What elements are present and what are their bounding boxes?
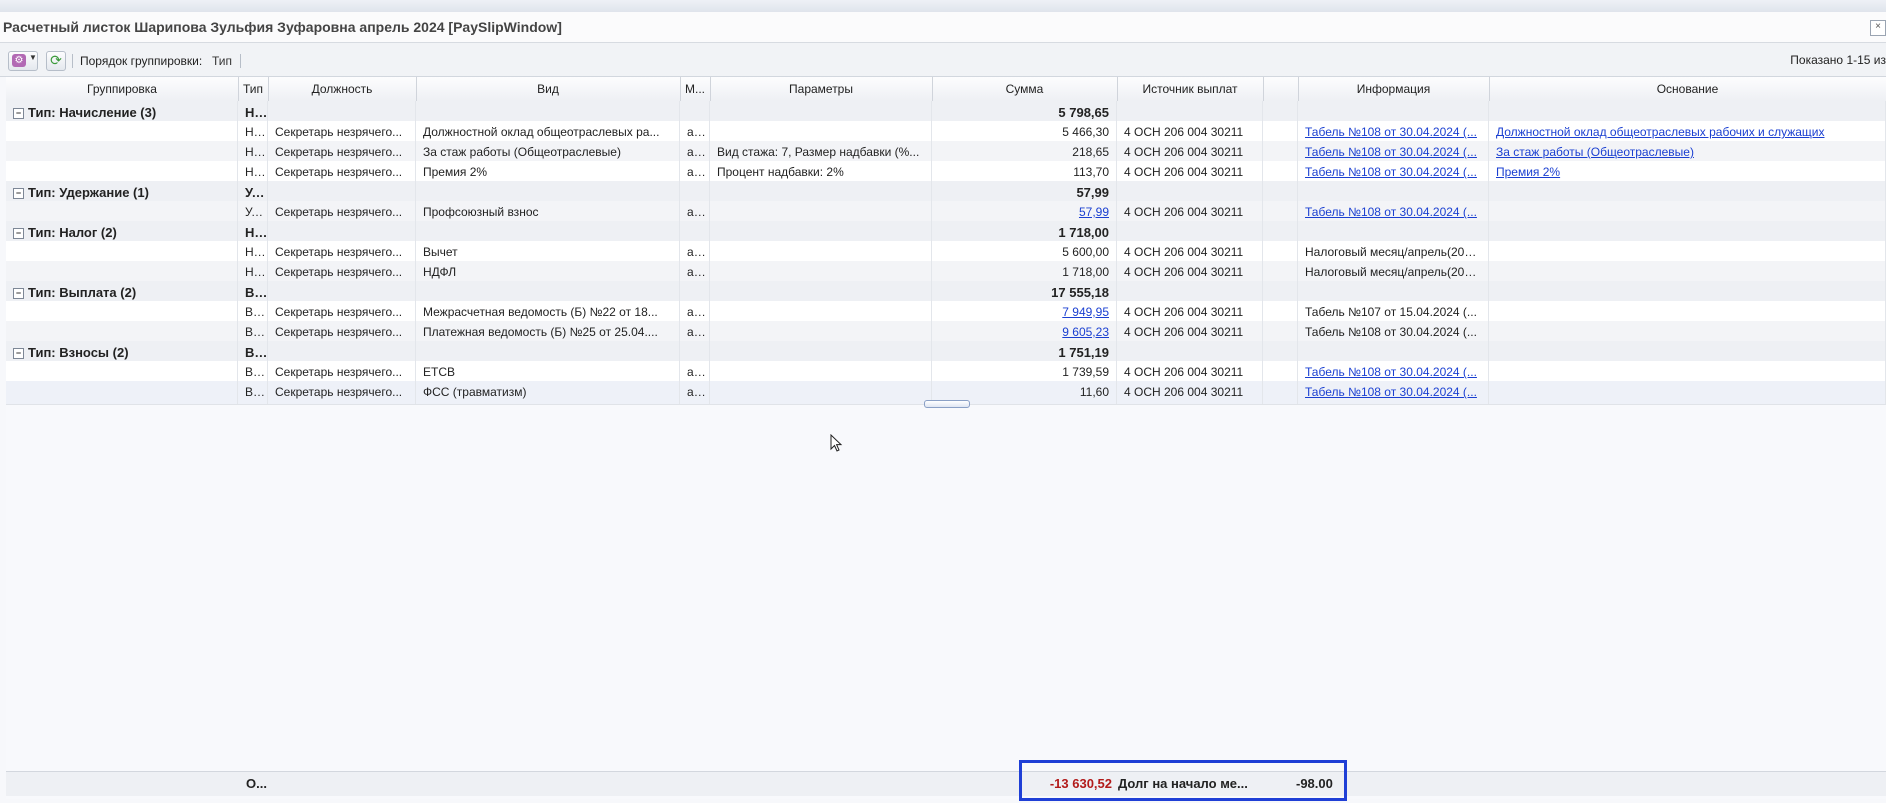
col-position-header[interactable]: Должность — [268, 77, 417, 101]
basis-cell — [1489, 381, 1886, 404]
grid-summary-row: О... -13 630,52 Долг на начало ме... -98… — [6, 771, 1886, 796]
grouping-order-value[interactable]: Тип — [212, 54, 232, 68]
params-cell — [710, 381, 932, 404]
close-icon[interactable]: × — [1870, 20, 1886, 36]
highlight-box — [1019, 760, 1347, 801]
type-cell: В... — [238, 381, 268, 404]
window-titlebar: Расчетный листок Шарипова Зульфия Зуфаро… — [0, 12, 1886, 43]
col-sum-header[interactable]: Сумма — [932, 77, 1118, 101]
settings-menu-button[interactable]: ⚙ ▼ — [8, 51, 38, 71]
toolbar-separator — [240, 54, 241, 68]
window-title: Расчетный листок Шарипова Зульфия Зуфаро… — [3, 19, 562, 35]
col-info-header[interactable]: Информация — [1298, 77, 1490, 101]
position-cell: Секретарь незрячего... — [268, 381, 416, 404]
col-kind-header[interactable]: Вид — [416, 77, 681, 101]
grouping-order-label: Порядок группировки: — [80, 54, 203, 68]
collapse-icon[interactable]: − — [13, 228, 24, 240]
group-label: Тип: Выплата (2) — [28, 285, 137, 300]
empty-cell — [6, 381, 238, 404]
summary-type: О... — [246, 776, 267, 791]
refresh-button[interactable]: ⟳ — [46, 51, 66, 71]
info-link[interactable]: Табель №108 от 30.04.2024 (... — [1298, 381, 1489, 404]
col-type-header[interactable]: Тип — [238, 77, 269, 101]
m-cell: а... — [680, 381, 710, 404]
payslip-grid: Группировка Тип Должность Вид М... Параметры С… — [6, 77, 1886, 799]
col-m-header[interactable]: М... — [680, 77, 711, 101]
collapse-icon[interactable]: − — [13, 288, 24, 300]
group-label: Тип: Удержание (1) — [28, 185, 149, 200]
toolbar: ⚙ ▼ ⟳ Порядок группировки: Тип Показано … — [0, 43, 1886, 77]
collapse-icon[interactable]: − — [13, 348, 24, 360]
chevron-down-icon: ▼ — [29, 53, 37, 62]
col-extra-header[interactable] — [1263, 77, 1299, 101]
group-label: Тип: Налог (2) — [28, 225, 117, 240]
group-label: Тип: Взносы (2) — [28, 345, 129, 360]
col-params-header[interactable]: Параметры — [710, 77, 933, 101]
empty-cell — [1263, 381, 1298, 404]
resize-handle[interactable] — [924, 400, 970, 408]
grid-header: Группировка Тип Должность Вид М... Параметры С… — [6, 77, 1886, 102]
col-source-header[interactable]: Источник выплат — [1117, 77, 1264, 101]
col-basis-header[interactable]: Основание — [1489, 77, 1886, 101]
group-label: Тип: Начисление (3) — [28, 105, 157, 120]
collapse-icon[interactable]: − — [13, 188, 24, 200]
kind-cell: ФСС (травматизм) — [416, 381, 680, 404]
toolbar-separator — [72, 54, 73, 68]
source-cell: 4 ОСН 206 004 30211 — [1117, 381, 1263, 404]
col-grouping-header[interactable]: Группировка — [6, 77, 239, 101]
mouse-cursor-icon — [830, 434, 843, 452]
paging-info: Показано 1-15 из — [1790, 53, 1886, 67]
refresh-icon: ⟳ — [50, 52, 62, 68]
collapse-icon[interactable]: − — [13, 108, 24, 120]
gear-menu-icon: ⚙ — [12, 54, 26, 67]
